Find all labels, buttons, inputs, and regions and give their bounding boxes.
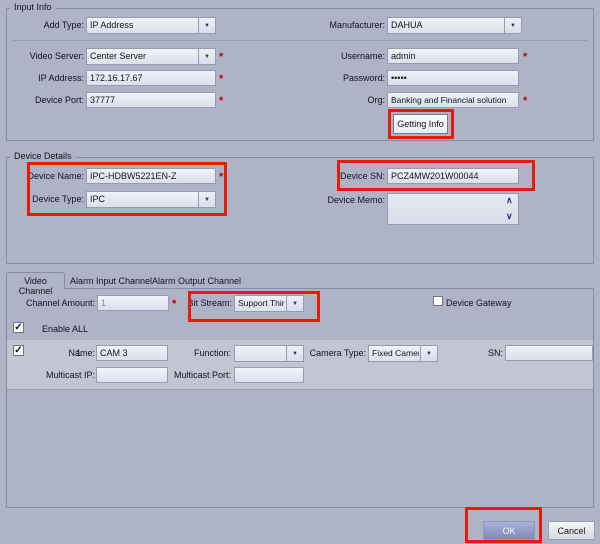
highlight-box-bit-stream [188, 291, 320, 322]
add-device-dialog: Input Info Add Type: IP Address ▼ Manufa… [0, 0, 600, 544]
device-gateway-checkbox[interactable] [433, 296, 443, 306]
input-info-separator [12, 40, 588, 41]
required-marker: * [219, 51, 224, 63]
video-server-label: Video Server: [29, 51, 84, 61]
manufacturer-label: Manufacturer: [329, 20, 385, 30]
add-type-label: Add Type: [43, 20, 84, 30]
org-field[interactable] [387, 92, 519, 108]
sn-label: SN: [487, 348, 503, 358]
highlight-box-getting-info [388, 109, 454, 139]
required-marker: * [523, 95, 528, 107]
required-marker: * [523, 51, 528, 63]
chevron-down-icon[interactable]: ▼ [504, 18, 521, 33]
channel-name-label: Name: [68, 348, 95, 358]
ip-address-label: IP Address: [38, 73, 84, 83]
highlight-box-ok [465, 507, 542, 543]
password-label: Password: [342, 73, 385, 83]
scroll-down-icon[interactable]: ∨ [506, 212, 513, 221]
tab-video-channel[interactable]: Video Channel [6, 272, 65, 296]
chevron-down-icon[interactable]: ▼ [198, 49, 215, 64]
multicast-port-field[interactable] [234, 367, 304, 383]
org-label: Org: [367, 95, 385, 105]
tab-alarm-input-channel[interactable]: Alarm Input Channel [70, 276, 152, 286]
device-memo-textarea[interactable] [387, 193, 519, 225]
sn-field[interactable] [505, 345, 593, 361]
camera-type-label: Camera Type: [309, 348, 366, 358]
required-marker: * [219, 95, 224, 107]
device-gateway-label: Device Gateway [446, 298, 512, 308]
enable-all-checkbox[interactable]: ✓ [13, 322, 24, 333]
multicast-port-label: Multicast Port: [173, 370, 231, 380]
cancel-button[interactable]: Cancel [548, 521, 595, 540]
device-port-field[interactable] [86, 92, 216, 108]
function-label: Function: [193, 348, 231, 358]
ip-address-field[interactable] [86, 70, 216, 86]
enable-all-label: Enable ALL [42, 324, 89, 334]
device-memo-label: Device Memo: [327, 195, 385, 205]
highlight-box-device-name-type [27, 162, 227, 216]
manufacturer-select[interactable]: DAHUA ▼ [387, 17, 522, 34]
add-type-select[interactable]: IP Address ▼ [86, 17, 216, 34]
tab-alarm-output-channel[interactable]: Alarm Output Channel [152, 276, 241, 286]
chevron-down-icon[interactable]: ▼ [198, 18, 215, 33]
scroll-up-icon[interactable]: ∧ [506, 196, 513, 205]
required-marker: * [219, 73, 224, 85]
multicast-ip-label: Multicast IP: [45, 370, 95, 380]
password-field[interactable] [387, 70, 519, 86]
username-label: Username: [340, 51, 385, 61]
username-field[interactable] [387, 48, 519, 64]
input-info-title: Input Info [10, 2, 56, 12]
video-server-select[interactable]: Center Server ▼ [86, 48, 216, 65]
highlight-box-device-sn [337, 160, 535, 191]
device-details-title: Device Details [10, 151, 76, 161]
device-port-label: Device Port: [34, 95, 84, 105]
channel-amount-label: Channel Amount: [25, 298, 95, 308]
